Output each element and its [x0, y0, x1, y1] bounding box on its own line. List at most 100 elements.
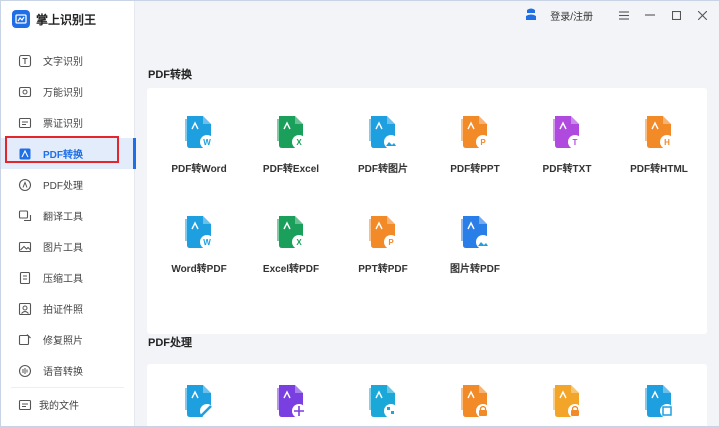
file-convert-icon: P — [429, 115, 521, 151]
sidebar-nav: 文字识别万能识别票证识别 PDF转换 PDF处理翻译工具图片工具压缩工具拍证件照修复… — [1, 45, 136, 386]
tool-pdf-html[interactable]: H PDF转HTML — [613, 115, 705, 175]
tool-pdf-excel[interactable]: X PDF转Excel — [245, 115, 337, 175]
pdf-process-tool-split[interactable] — [337, 384, 429, 420]
sidebar-item-pdf-process[interactable]: PDF处理 — [1, 169, 135, 200]
sidebar-item-label: 语音转换 — [43, 367, 83, 378]
divider — [11, 387, 124, 388]
sidebar-item-label: 文字识别 — [43, 57, 83, 68]
file-convert-icon: W — [153, 215, 245, 251]
brand: 掌上识别王 — [12, 9, 96, 29]
tool-label: PDF转TXT — [542, 164, 592, 175]
tool--pdf[interactable]: 图片转PDF — [429, 215, 521, 275]
tool-pdf-[interactable]: PDF转图片 — [337, 115, 429, 175]
sidebar-item-text-scan[interactable]: 文字识别 — [1, 45, 135, 76]
maximize-icon[interactable] — [669, 8, 683, 22]
svg-text:W: W — [203, 238, 211, 247]
close-icon[interactable] — [695, 8, 709, 22]
sidebar-item-id-photo[interactable]: 拍证件照 — [1, 293, 135, 324]
tool-label: PDF转HTML — [630, 164, 688, 175]
ticket-scan-icon — [18, 116, 32, 130]
minimize-icon[interactable] — [643, 8, 657, 22]
pdf-process-tool-lock[interactable] — [429, 384, 521, 420]
sidebar-item-label: 万能识别 — [43, 88, 83, 99]
compress-pdf-icon — [613, 384, 705, 420]
universal-scan-icon — [18, 85, 32, 99]
pdf-process-tool-edit[interactable] — [153, 384, 245, 420]
my-files-button[interactable]: 我的文件 — [18, 397, 79, 412]
pdf-process-tool-move[interactable] — [245, 384, 337, 420]
file-convert-icon: W — [153, 115, 245, 151]
lock-pdf-icon — [429, 384, 521, 420]
sidebar-item-translate[interactable]: 翻译工具 — [1, 200, 135, 231]
tool-excel-pdf[interactable]: X Excel转PDF — [245, 215, 337, 275]
voice-convert-icon — [18, 364, 32, 378]
app-logo-icon — [12, 10, 30, 28]
sidebar-item-universal-scan[interactable]: 万能识别 — [1, 76, 135, 107]
svg-text:P: P — [480, 138, 486, 147]
tool-label: Excel转PDF — [262, 264, 320, 275]
photo-repair-icon — [18, 333, 32, 347]
text-scan-icon — [18, 54, 32, 68]
section-title-pdf-convert: PDF转换 — [148, 69, 192, 81]
tool-word-pdf[interactable]: W Word转PDF — [153, 215, 245, 275]
sidebar-item-image-tool[interactable]: 图片工具 — [1, 231, 135, 262]
pdf-convert-panel: W PDF转Word X PDF转Excel PDF转图片 P PDF转PPT T PDF转TX… — [147, 88, 707, 334]
menu-icon[interactable] — [617, 8, 631, 22]
pdf-process-panel — [147, 364, 707, 426]
svg-text:P: P — [388, 238, 394, 247]
file-convert-icon: T — [521, 115, 613, 151]
svg-text:W: W — [203, 138, 211, 147]
image-tool-icon — [18, 240, 32, 254]
sidebar-item-compress[interactable]: 压缩工具 — [1, 262, 135, 293]
tool-label: PDF转PPT — [450, 164, 500, 175]
pdf-process-icon — [18, 178, 32, 192]
unlock-pdf-icon — [521, 384, 613, 420]
svg-text:X: X — [296, 138, 302, 147]
move-pdf-icon — [245, 384, 337, 420]
section-title-pdf-process: PDF处理 — [148, 337, 192, 349]
file-convert-icon: X — [245, 215, 337, 251]
sidebar-item-voice-convert[interactable]: 语音转换 — [1, 355, 135, 386]
file-convert-icon: H — [613, 115, 705, 151]
my-files-label: 我的文件 — [39, 401, 79, 412]
tool-pdf-ppt[interactable]: P PDF转PPT — [429, 115, 521, 175]
pdf-process-tool-unlock[interactable] — [521, 384, 613, 420]
tool-label: PDF转图片 — [358, 164, 408, 175]
file-convert-icon — [337, 115, 429, 151]
sidebar-item-label: PDF处理 — [43, 181, 83, 192]
tool-pdf-word[interactable]: W PDF转Word — [153, 115, 245, 175]
pdf-convert-icon — [18, 147, 32, 161]
tool-label: Word转PDF — [171, 264, 227, 275]
sidebar-item-label: 修复照片 — [43, 336, 83, 347]
svg-text:H: H — [664, 138, 670, 147]
sidebar-item-label: 图片工具 — [43, 243, 83, 254]
tool-ppt-pdf[interactable]: P PPT转PDF — [337, 215, 429, 275]
sidebar-item-label: 拍证件照 — [43, 305, 83, 316]
compress-icon — [18, 271, 32, 285]
sidebar-item-label: PDF转换 — [43, 150, 83, 161]
main-content: PDF转换 W PDF转Word X PDF转Excel PDF转图片 P PDF转PPT T… — [135, 31, 719, 426]
sidebar-item-pdf-convert[interactable]: PDF转换 — [1, 138, 136, 169]
tool-label: 图片转PDF — [450, 264, 500, 275]
translate-icon — [18, 209, 32, 223]
sidebar-item-photo-repair[interactable]: 修复照片 — [1, 324, 135, 355]
folder-icon — [18, 398, 32, 412]
app-window: 掌上识别王 文字识别 万能识别 票证识别 PDF转换 PDF处理 翻译工具 图片工具 压缩工具… — [0, 0, 720, 427]
file-convert-icon: P — [337, 215, 429, 251]
id-photo-icon — [18, 302, 32, 316]
svg-text:T: T — [573, 138, 578, 147]
app-name: 掌上识别王 — [36, 12, 97, 27]
title-bar: 登录/注册 — [135, 1, 719, 31]
file-convert-icon: X — [245, 115, 337, 151]
svg-text:X: X — [296, 238, 302, 247]
tool-label: PDF转Excel — [262, 164, 320, 175]
login-register-link[interactable]: 登录/注册 — [550, 8, 593, 23]
tool-label: PPT转PDF — [358, 264, 408, 275]
sidebar-item-label: 翻译工具 — [43, 212, 83, 223]
pdf-process-tool-compress[interactable] — [613, 384, 705, 420]
split-pdf-icon — [337, 384, 429, 420]
tool-pdf-txt[interactable]: T PDF转TXT — [521, 115, 613, 175]
sidebar-item-ticket-scan[interactable]: 票证识别 — [1, 107, 135, 138]
user-avatar-icon[interactable] — [524, 7, 538, 23]
sidebar-item-label: 票证识别 — [43, 119, 83, 130]
